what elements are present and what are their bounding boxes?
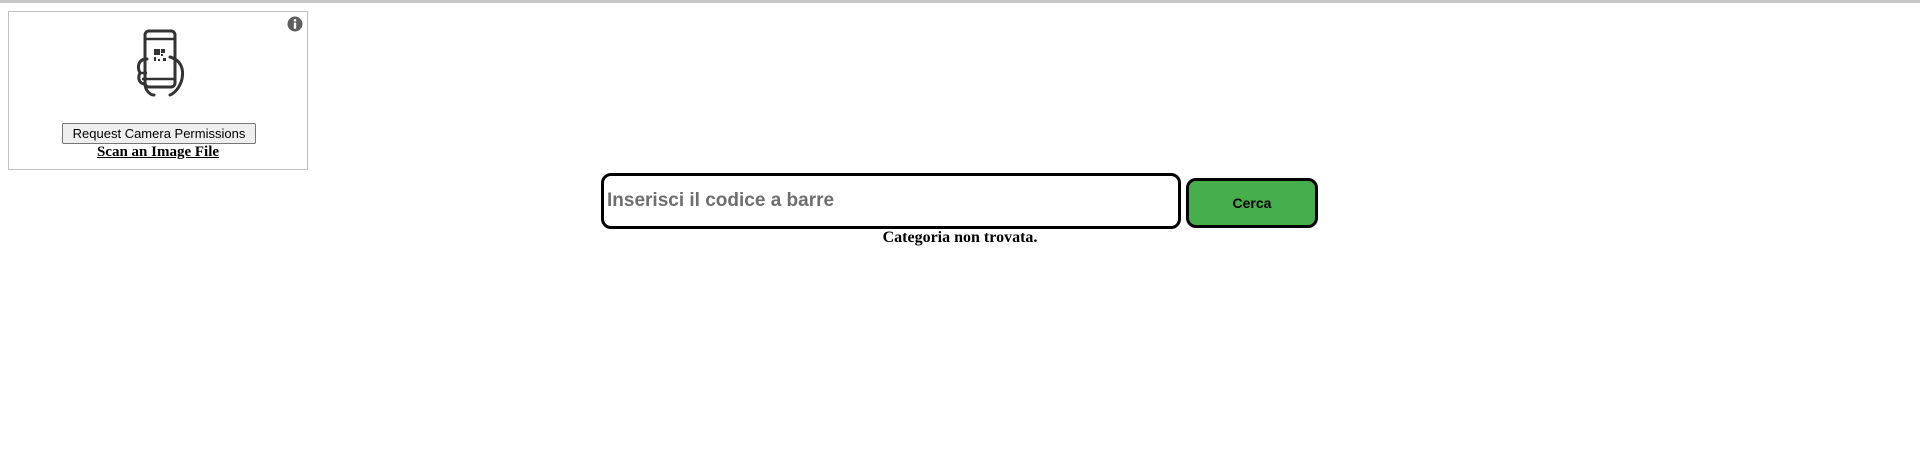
scan-image-file-link[interactable]: Scan an Image File — [9, 144, 307, 161]
status-message: Categoria non trovata. — [882, 229, 1038, 246]
request-camera-permissions-button[interactable]: Request Camera Permissions — [62, 123, 256, 144]
phone-qr-scan-icon — [137, 29, 185, 97]
qr-scanner-region: Request Camera Permissions Scan an Image… — [8, 11, 308, 170]
barcode-input[interactable] — [601, 173, 1181, 229]
top-border — [0, 0, 1920, 3]
search-button[interactable]: Cerca — [1186, 178, 1318, 228]
info-icon[interactable] — [287, 16, 303, 32]
